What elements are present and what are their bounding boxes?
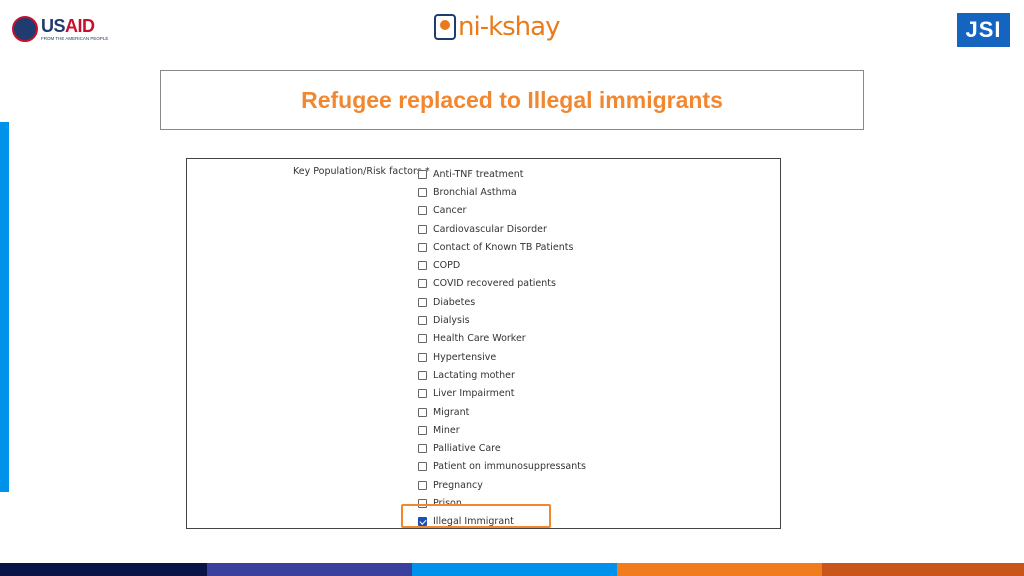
usaid-logo-aid: AID: [65, 15, 95, 36]
risk-factor-option[interactable]: Health Care Worker: [418, 330, 586, 348]
risk-factor-label: COVID recovered patients: [433, 278, 556, 290]
checkbox[interactable]: [418, 242, 427, 252]
footer-stripe: [207, 563, 412, 576]
checkbox[interactable]: [418, 279, 427, 289]
left-accent-bar: [0, 122, 9, 492]
risk-factor-label: Dialysis: [433, 315, 470, 327]
checkbox[interactable]: [418, 169, 427, 179]
risk-factor-option[interactable]: Dialysis: [418, 311, 586, 329]
checkbox[interactable]: [418, 462, 427, 472]
checkbox[interactable]: [418, 297, 427, 307]
checkbox[interactable]: [418, 352, 427, 362]
risk-factor-option[interactable]: Hypertensive: [418, 348, 586, 366]
risk-factor-label: Contact of Known TB Patients: [433, 241, 574, 253]
risk-factor-label: Pregnancy: [433, 479, 483, 491]
risk-factor-option[interactable]: COPD: [418, 256, 586, 274]
usaid-logo: USAID FROM THE AMERICAN PEOPLE: [12, 14, 108, 44]
footer-color-stripes: [0, 563, 1024, 576]
usaid-logo-us: US: [41, 15, 66, 36]
footer-stripe: [822, 563, 1024, 576]
nikshay-logo-text: ni-kshay: [458, 12, 560, 42]
risk-factor-label: Hypertensive: [433, 351, 497, 363]
nikshay-logo: ni-kshay: [434, 12, 560, 42]
checkbox[interactable]: [418, 334, 427, 344]
form-screenshot-panel: Key Population/Risk factors * Anti-TNF t…: [186, 158, 781, 529]
nikshay-device-icon: [434, 14, 456, 40]
risk-factor-option[interactable]: Diabetes: [418, 293, 586, 311]
risk-factor-label: Bronchial Asthma: [433, 186, 517, 198]
risk-factor-option[interactable]: COVID recovered patients: [418, 275, 586, 293]
checkbox[interactable]: [418, 389, 427, 399]
risk-factor-label: Health Care Worker: [433, 333, 526, 345]
risk-factor-label: Patient on immunosuppressants: [433, 461, 586, 473]
risk-factor-option[interactable]: Cardiovascular Disorder: [418, 220, 586, 238]
risk-factor-option[interactable]: Miner: [418, 421, 586, 439]
risk-factor-label: Cardiovascular Disorder: [433, 223, 547, 235]
footer-stripe: [0, 563, 207, 576]
key-population-label: Key Population/Risk factors *: [293, 166, 430, 177]
risk-factor-label: Lactating mother: [433, 369, 515, 381]
slide-title-box: Refugee replaced to Illegal immigrants: [160, 70, 864, 130]
checkbox[interactable]: [418, 224, 427, 234]
risk-factor-option[interactable]: Patient on immunosuppressants: [418, 458, 586, 476]
risk-factor-label: Palliative Care: [433, 443, 501, 455]
checkbox[interactable]: [418, 261, 427, 271]
risk-factor-option[interactable]: Contact of Known TB Patients: [418, 238, 586, 256]
risk-factor-label: Diabetes: [433, 296, 476, 308]
checkbox[interactable]: [418, 206, 427, 216]
footer-stripe: [617, 563, 822, 576]
usaid-seal-icon: [12, 16, 38, 42]
risk-factor-option[interactable]: Palliative Care: [418, 439, 586, 457]
risk-factor-checkbox-list: Anti-TNF treatment Bronchial Asthma Cancer…: [418, 165, 586, 528]
risk-factor-option[interactable]: Cancer: [418, 202, 586, 220]
risk-factor-label: COPD: [433, 260, 461, 272]
checkbox[interactable]: [418, 407, 427, 417]
slide-title: Refugee replaced to Illegal immigrants: [301, 86, 723, 113]
risk-factor-option[interactable]: Bronchial Asthma: [418, 183, 586, 201]
checkbox[interactable]: [418, 425, 427, 435]
risk-factor-option[interactable]: Liver Impairment: [418, 385, 586, 403]
risk-factor-option[interactable]: Lactating mother: [418, 366, 586, 384]
risk-factor-label: Liver Impairment: [433, 388, 515, 400]
highlight-box: [401, 504, 551, 528]
checkbox[interactable]: [418, 316, 427, 326]
footer-stripe: [412, 563, 617, 576]
checkbox[interactable]: [418, 480, 427, 490]
usaid-tagline: FROM THE AMERICAN PEOPLE: [41, 35, 109, 41]
risk-factor-label: Miner: [433, 424, 460, 436]
risk-factor-label: Anti-TNF treatment: [433, 168, 524, 180]
risk-factor-option[interactable]: Pregnancy: [418, 476, 586, 494]
checkbox[interactable]: [418, 187, 427, 197]
risk-factor-label: Cancer: [433, 205, 467, 217]
risk-factor-label: Migrant: [433, 406, 470, 418]
checkbox[interactable]: [418, 370, 427, 380]
jsi-logo: JSI: [957, 13, 1010, 47]
risk-factor-option[interactable]: Anti-TNF treatment: [418, 165, 586, 183]
checkbox[interactable]: [418, 444, 427, 454]
risk-factor-option[interactable]: Migrant: [418, 403, 586, 421]
